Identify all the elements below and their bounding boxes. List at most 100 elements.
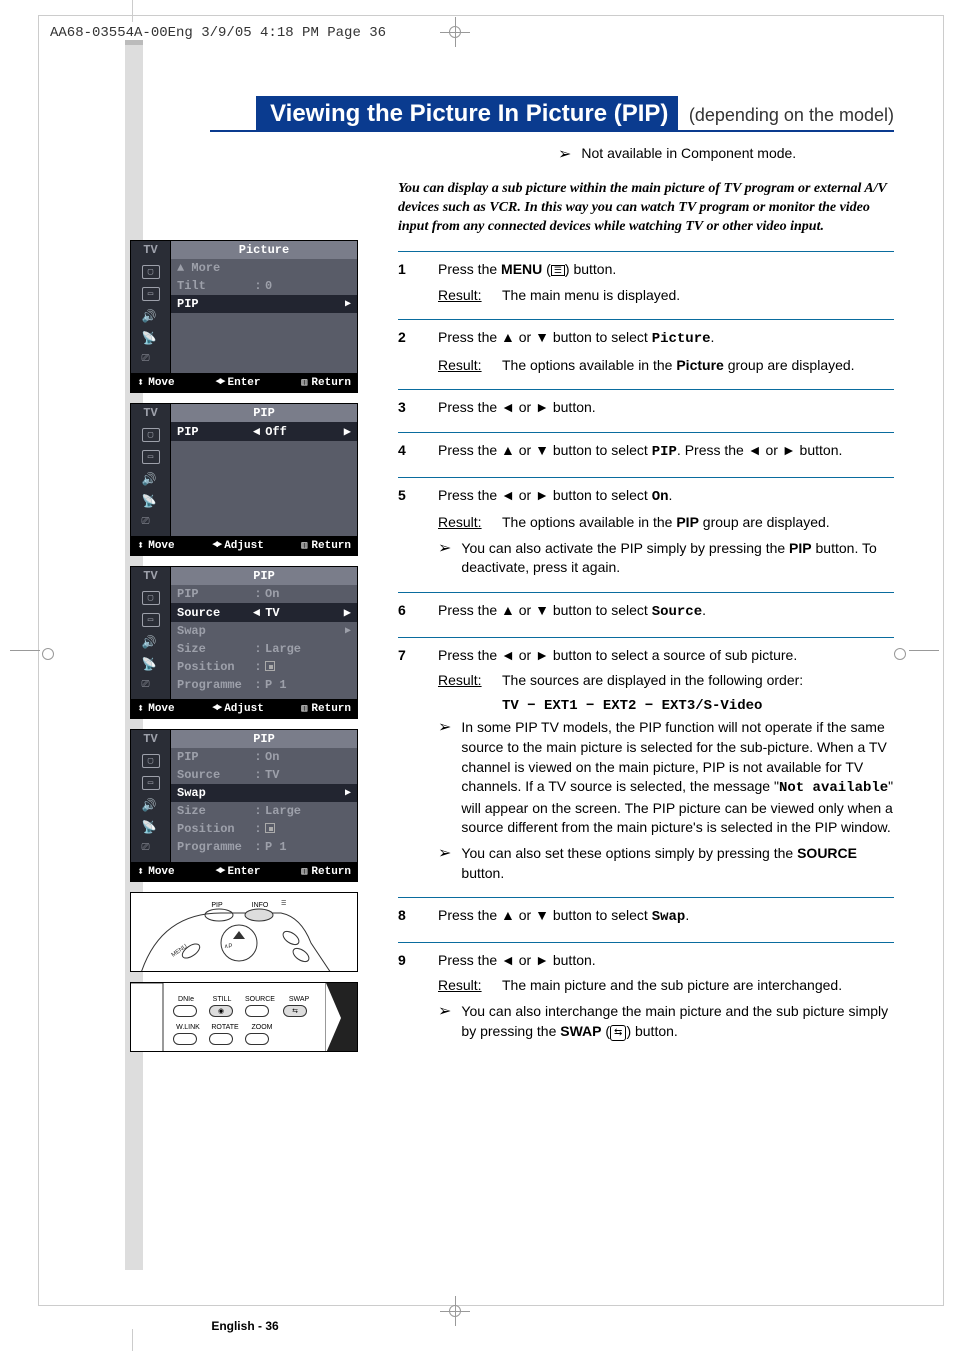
programme-label: Programme <box>177 840 253 854</box>
move-hint: Move <box>137 864 175 879</box>
step-body: Press the ◄ or ► button to select a sour… <box>438 646 894 890</box>
step-body: Press the ▲ or ▼ button to select Source… <box>438 601 894 629</box>
crop-mark-right <box>909 650 939 651</box>
picture-icon: ▢ <box>142 265 160 279</box>
source-value: TV <box>263 768 351 782</box>
step-instruction: Press the ▲ or ▼ button to select Pictur… <box>438 328 894 350</box>
result-row: Result:The sources are displayed in the … <box>438 671 894 691</box>
crop-tick <box>132 0 133 22</box>
note-row: ➢In some PIP TV models, the PIP function… <box>438 718 894 838</box>
enter-hint: Enter <box>215 864 260 879</box>
enter-hint: Enter <box>215 375 260 390</box>
step: 3Press the ◄ or ► button. <box>398 389 894 432</box>
osd-title: PIP <box>171 404 357 422</box>
rotate-button <box>209 1033 233 1045</box>
osd-pip-source-menu: TV PIP ▢ ▭ 🔊 📡 ⎚ PIP:On Source◄TV▶ Swap▶ <box>130 566 358 719</box>
dnie-button-label: DNIe <box>173 995 199 1003</box>
note-row: ➢ You can also activate the PIP simply by… <box>438 539 894 578</box>
osd-icon-column: ▢ ▭ 🔊 📡 ⎚ <box>131 585 171 699</box>
result-row: Result:The main menu is displayed. <box>438 286 894 306</box>
setup-icon: ⎚ <box>142 679 160 693</box>
pointer-icon: ➢ <box>438 1002 451 1041</box>
programme-value: P 1 <box>263 678 351 692</box>
step-instruction: Press the ▲ or ▼ button to select Swap. <box>438 906 894 928</box>
swap-label: Swap <box>177 786 253 800</box>
pointer-icon: ➢ <box>438 539 451 578</box>
setup-icon: ⎚ <box>142 516 160 530</box>
svg-text:∧P: ∧P <box>224 944 232 950</box>
step-number: 4 <box>398 441 416 469</box>
swap-button-label: SWAP <box>285 995 313 1003</box>
source-button <box>245 1005 269 1017</box>
osd-icon-column: ▢ ▭ 🔊 📡 ⎚ <box>131 748 171 862</box>
move-hint: Move <box>137 701 175 716</box>
step-number: 7 <box>398 646 416 890</box>
result-text: The main picture and the sub picture are… <box>502 976 842 996</box>
pip-label: PIP <box>177 425 253 439</box>
menu-button-icon: ☰ <box>551 265 565 276</box>
step-body: Press the ▲ or ▼ button to select PIP. P… <box>438 441 894 469</box>
step-instruction: Press the ▲ or ▼ button to select PIP. P… <box>438 441 894 463</box>
svg-text:MENU: MENU <box>171 944 189 959</box>
step-instruction: Press the ◄ or ► button to select On. <box>438 486 894 508</box>
step-body: Press the ◄ or ► button to select On.Res… <box>438 486 894 584</box>
note-text: You can also interchange the main pictur… <box>461 1002 894 1041</box>
step-number: 1 <box>398 260 416 311</box>
wlink-button <box>173 1033 197 1045</box>
step-number: 6 <box>398 601 416 629</box>
step-instruction: Press the ◄ or ► button to select a sour… <box>438 646 894 666</box>
osd-pip-off-menu: TV PIP ▢ ▭ 🔊 📡 ⎚ PIP◄Off▶ <box>130 403 358 556</box>
step-body: Press the ◄ or ► button. <box>438 398 894 424</box>
result-text: The options available in the Picture gro… <box>502 356 855 376</box>
result-row: Result: The main picture and the sub pict… <box>438 976 894 996</box>
remote-illustration-swap: DNIe STILL SOURCE SWAP ◉ ⇆ W.LINK ROTATE… <box>130 982 358 1052</box>
osd-tv-label: TV <box>131 404 171 422</box>
step: 9Press the ◄ or ► button.Result:The main… <box>398 942 894 1055</box>
result-text: The main menu is displayed. <box>502 286 680 306</box>
setup-icon: ⎚ <box>142 353 160 367</box>
zoom-button-label: ZOOM <box>247 1023 277 1031</box>
intro-paragraph: You can display a sub picture within the… <box>398 180 894 237</box>
note-text: You can also activate the PIP simply by … <box>461 539 894 578</box>
result-text: The options available in the PIP group a… <box>502 513 830 533</box>
result-label: Result: <box>438 976 490 996</box>
step: 7 Press the ◄ or ► button to select a sou… <box>398 637 894 898</box>
step-body: Press the ▲ or ▼ button to select Swap. <box>438 906 894 934</box>
crop-circle-right <box>894 648 906 660</box>
step-instruction: Press the ◄ or ► button. <box>438 951 894 971</box>
wlink-button-label: W.LINK <box>173 1023 203 1031</box>
more-row: ▲ More <box>177 261 253 275</box>
sound-icon: 🔊 <box>142 635 160 649</box>
swap-button: ⇆ <box>283 1005 307 1017</box>
pip-label: PIP <box>177 750 253 764</box>
crop-mark-left <box>10 650 40 651</box>
programme-label: Programme <box>177 678 253 692</box>
channel-icon: 📡 <box>142 494 160 508</box>
step-body: Press the MENU (☰) button.Result:The mai… <box>438 260 894 311</box>
pip-label: PIP <box>177 587 253 601</box>
top-note: ➢ Not available in Component mode. <box>558 144 894 166</box>
return-hint: Return <box>301 701 351 716</box>
remote-illustration-pip: PIP INFO ∧P MENU ☰ <box>130 892 358 972</box>
source-value: TV <box>263 606 344 620</box>
pip-value: Off <box>263 425 344 439</box>
pip-row: PIP <box>177 297 253 311</box>
osd-tv-label: TV <box>131 730 171 748</box>
step: 8Press the ▲ or ▼ button to select Swap. <box>398 897 894 942</box>
return-hint: Return <box>301 375 351 390</box>
pointer-icon: ➢ <box>438 718 451 838</box>
step: 4 Press the ▲ or ▼ button to select PIP. … <box>398 432 894 477</box>
osd-title: PIP <box>171 567 357 585</box>
arrow-right-icon: ▶ <box>344 605 351 620</box>
osd-title: PIP <box>171 730 357 748</box>
adjust-hint: Adjust <box>212 701 264 716</box>
page-title: Viewing the Picture In Picture (PIP) <box>256 96 678 131</box>
pip-value: On <box>263 587 351 601</box>
rotate-button-label: ROTATE <box>209 1023 241 1031</box>
position-icon <box>265 661 275 671</box>
osd-pip-swap-menu: TV PIP ▢ ▭ 🔊 📡 ⎚ PIP:On Source:TV Swap▶ <box>130 729 358 882</box>
arrow-right-icon: ▶ <box>345 298 351 310</box>
size-value: Large <box>263 804 351 818</box>
picture-icon: ▢ <box>142 591 160 605</box>
note-text: You can also set these options simply by… <box>461 844 894 883</box>
